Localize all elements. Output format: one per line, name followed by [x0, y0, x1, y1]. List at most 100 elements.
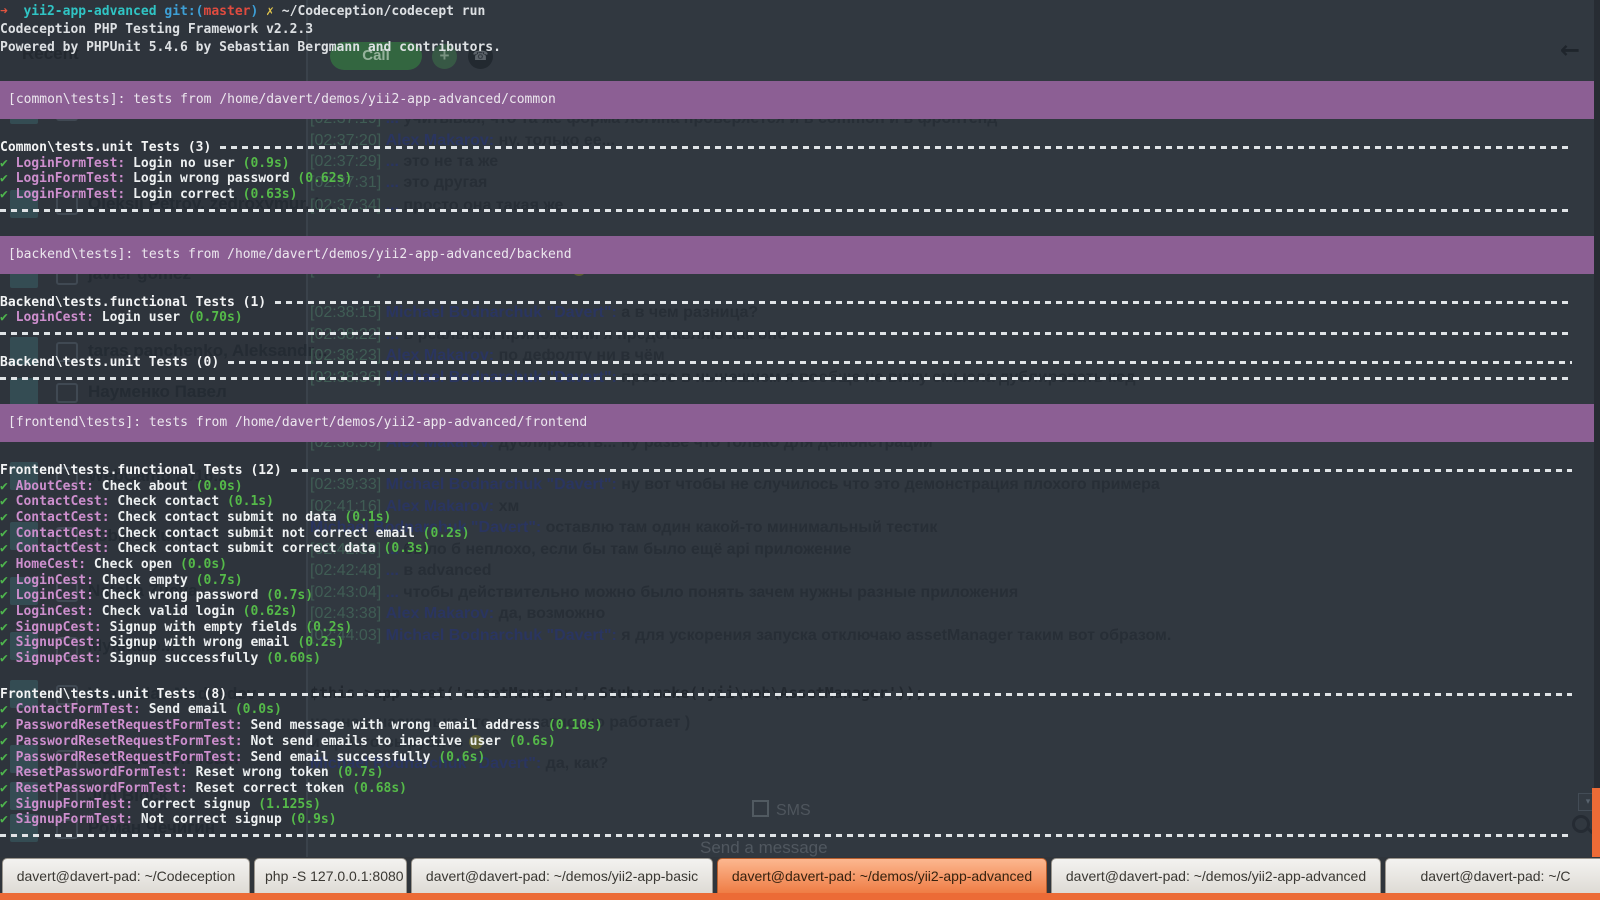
- suite-group-title: Backend\tests.unit Tests (0): [0, 355, 1600, 371]
- test-result-row: ✔ SignupFormTest: Correct signup (1.125s…: [0, 797, 1600, 813]
- taskbar-window-button[interactable]: davert@davert-pad: ~/C: [1385, 858, 1600, 893]
- test-name: Login wrong password: [125, 171, 297, 186]
- test-result-row: ✔ PasswordResetRequestFormTest: Send ema…: [0, 750, 1600, 766]
- check-icon: ✔: [0, 702, 8, 717]
- taskbar-window-button[interactable]: davert@davert-pad: ~/demos/yii2-app-basi…: [411, 858, 713, 893]
- git-prefix: git:(: [164, 4, 203, 19]
- check-icon: ✔: [0, 750, 8, 765]
- test-result-row: ✔ LoginFormTest: Login correct (0.63s): [0, 187, 1600, 203]
- test-result-row: ✔ ResetPasswordFormTest: Reset wrong tok…: [0, 765, 1600, 781]
- dashed-separator: [0, 209, 1572, 212]
- suite-banner: [backend\tests]: tests from /home/davert…: [0, 236, 1594, 274]
- test-name: Login no user: [125, 156, 242, 171]
- test-name: Check valid login: [94, 604, 243, 619]
- test-class: ResetPasswordFormTest:: [8, 765, 188, 780]
- test-class: HomeCest:: [8, 557, 86, 572]
- check-icon: ✔: [0, 557, 8, 572]
- prompt-directory: yii2-app-advanced: [23, 4, 156, 19]
- check-icon: ✔: [0, 510, 8, 525]
- test-result-row: ✔ SignupCest: Signup with empty fields (…: [0, 620, 1600, 636]
- taskbar: davert@davert-pad: ~/Codeceptionphp -S 1…: [0, 857, 1600, 893]
- test-result-row: ✔ SignupCest: Signup successfully (0.60s…: [0, 651, 1600, 667]
- check-icon: ✔: [0, 494, 8, 509]
- test-class: ContactFormTest:: [8, 702, 141, 717]
- test-name: Check contact submit not correct email: [110, 526, 423, 541]
- test-class: SignupCest:: [8, 651, 102, 666]
- suite-group-label: Backend\tests.functional Tests (1): [0, 295, 266, 311]
- check-icon: ✔: [0, 479, 8, 494]
- check-icon: ✔: [0, 156, 8, 171]
- taskbar-window-button[interactable]: davert@davert-pad: ~/Codeception: [2, 858, 250, 893]
- terminal-window[interactable]: ➜ yii2-app-advanced git:(master) ✗ ~/Cod…: [0, 0, 1600, 860]
- test-result-row: ✔ ContactFormTest: Send email (0.0s): [0, 702, 1600, 718]
- test-name: Login correct: [125, 187, 242, 202]
- test-time: (0.10s): [548, 718, 603, 733]
- check-icon: ✔: [0, 734, 8, 749]
- test-time: (0.1s): [227, 494, 274, 509]
- test-name: Reset correct token: [188, 781, 352, 796]
- test-result-row: ✔ ContactCest: Check contact submit not …: [0, 526, 1600, 542]
- test-class: SignupFormTest:: [8, 797, 133, 812]
- dashed-separator: [0, 377, 1572, 380]
- check-icon: ✔: [0, 541, 8, 556]
- taskbar-window-button[interactable]: php -S 127.0.0.1:8080: [254, 858, 407, 893]
- test-result-row: ✔ ResetPasswordFormTest: Reset correct t…: [0, 781, 1600, 797]
- dash-line: [275, 301, 1572, 304]
- test-result-row: ✔ LoginCest: Check empty (0.7s): [0, 573, 1600, 589]
- test-class: PasswordResetRequestFormTest:: [8, 750, 243, 765]
- taskbar-window-button[interactable]: davert@davert-pad: ~/demos/yii2-app-adva…: [1051, 858, 1381, 893]
- test-time: (0.6s): [438, 750, 485, 765]
- test-class: PasswordResetRequestFormTest:: [8, 718, 243, 733]
- test-result-row: ✔ ContactCest: Check contact submit no d…: [0, 510, 1600, 526]
- test-name: Send email successfully: [243, 750, 439, 765]
- test-class: AboutCest:: [8, 479, 94, 494]
- test-time: (0.3s): [384, 541, 431, 556]
- test-name: Signup with wrong email: [102, 635, 298, 650]
- test-time: (0.2s): [297, 635, 344, 650]
- check-icon: ✔: [0, 718, 8, 733]
- test-time: (0.62s): [297, 171, 352, 186]
- taskbar-window-button[interactable]: davert@davert-pad: ~/demos/yii2-app-adva…: [717, 858, 1047, 893]
- check-icon: ✔: [0, 526, 8, 541]
- test-result-row: ✔ SignupFormTest: Not correct signup (0.…: [0, 812, 1600, 828]
- test-name: Check contact: [110, 494, 227, 509]
- dashed-separator: [0, 332, 1572, 335]
- test-time: (0.7s): [196, 573, 243, 588]
- check-icon: ✔: [0, 588, 8, 603]
- test-time: (0.9s): [290, 812, 337, 827]
- dash-line: [236, 693, 1572, 696]
- suite-group-title: Backend\tests.functional Tests (1): [0, 295, 1600, 311]
- git-dirty-icon: ✗: [266, 4, 274, 19]
- test-name: Check contact submit correct data: [110, 541, 384, 556]
- phpunit-credit-line: Powered by PHPUnit 5.4.6 by Sebastian Be…: [0, 39, 1600, 57]
- check-icon: ✔: [0, 781, 8, 796]
- check-icon: ✔: [0, 635, 8, 650]
- suite-group-label: Frontend\tests.unit Tests (8): [0, 687, 227, 703]
- test-result-row: ✔ ContactCest: Check contact (0.1s): [0, 494, 1600, 510]
- test-class: SignupFormTest:: [8, 812, 133, 827]
- test-name: Check empty: [94, 573, 196, 588]
- test-class: ContactCest:: [8, 526, 110, 541]
- suite-banner: [frontend\tests]: tests from /home/daver…: [0, 404, 1594, 442]
- prompt-command: ~/Codeception/codecept run: [282, 4, 486, 19]
- test-result-row: ✔ PasswordResetRequestFormTest: Not send…: [0, 734, 1600, 750]
- test-time: (0.6s): [509, 734, 556, 749]
- test-class: PasswordResetRequestFormTest:: [8, 734, 243, 749]
- suite-group-title: Common\tests.unit Tests (3): [0, 140, 1600, 156]
- test-name: Not send emails to inactive user: [243, 734, 509, 749]
- test-result-row: ✔ PasswordResetRequestFormTest: Send mes…: [0, 718, 1600, 734]
- suite-group-label: Common\tests.unit Tests (3): [0, 140, 211, 156]
- test-time: (0.2s): [305, 620, 352, 635]
- check-icon: ✔: [0, 797, 8, 812]
- test-time: (1.125s): [258, 797, 321, 812]
- dashed-separator: [0, 834, 1572, 837]
- test-class: LoginCest:: [8, 573, 94, 588]
- test-name: Check contact submit no data: [110, 510, 345, 525]
- check-icon: ✔: [0, 620, 8, 635]
- test-time: (0.0s): [180, 557, 227, 572]
- suite-group-title: Frontend\tests.unit Tests (8): [0, 687, 1600, 703]
- test-result-row: ✔ HomeCest: Check open (0.0s): [0, 557, 1600, 573]
- test-time: (0.60s): [266, 651, 321, 666]
- check-icon: ✔: [0, 812, 8, 827]
- suite-group-label: Backend\tests.unit Tests (0): [0, 355, 219, 371]
